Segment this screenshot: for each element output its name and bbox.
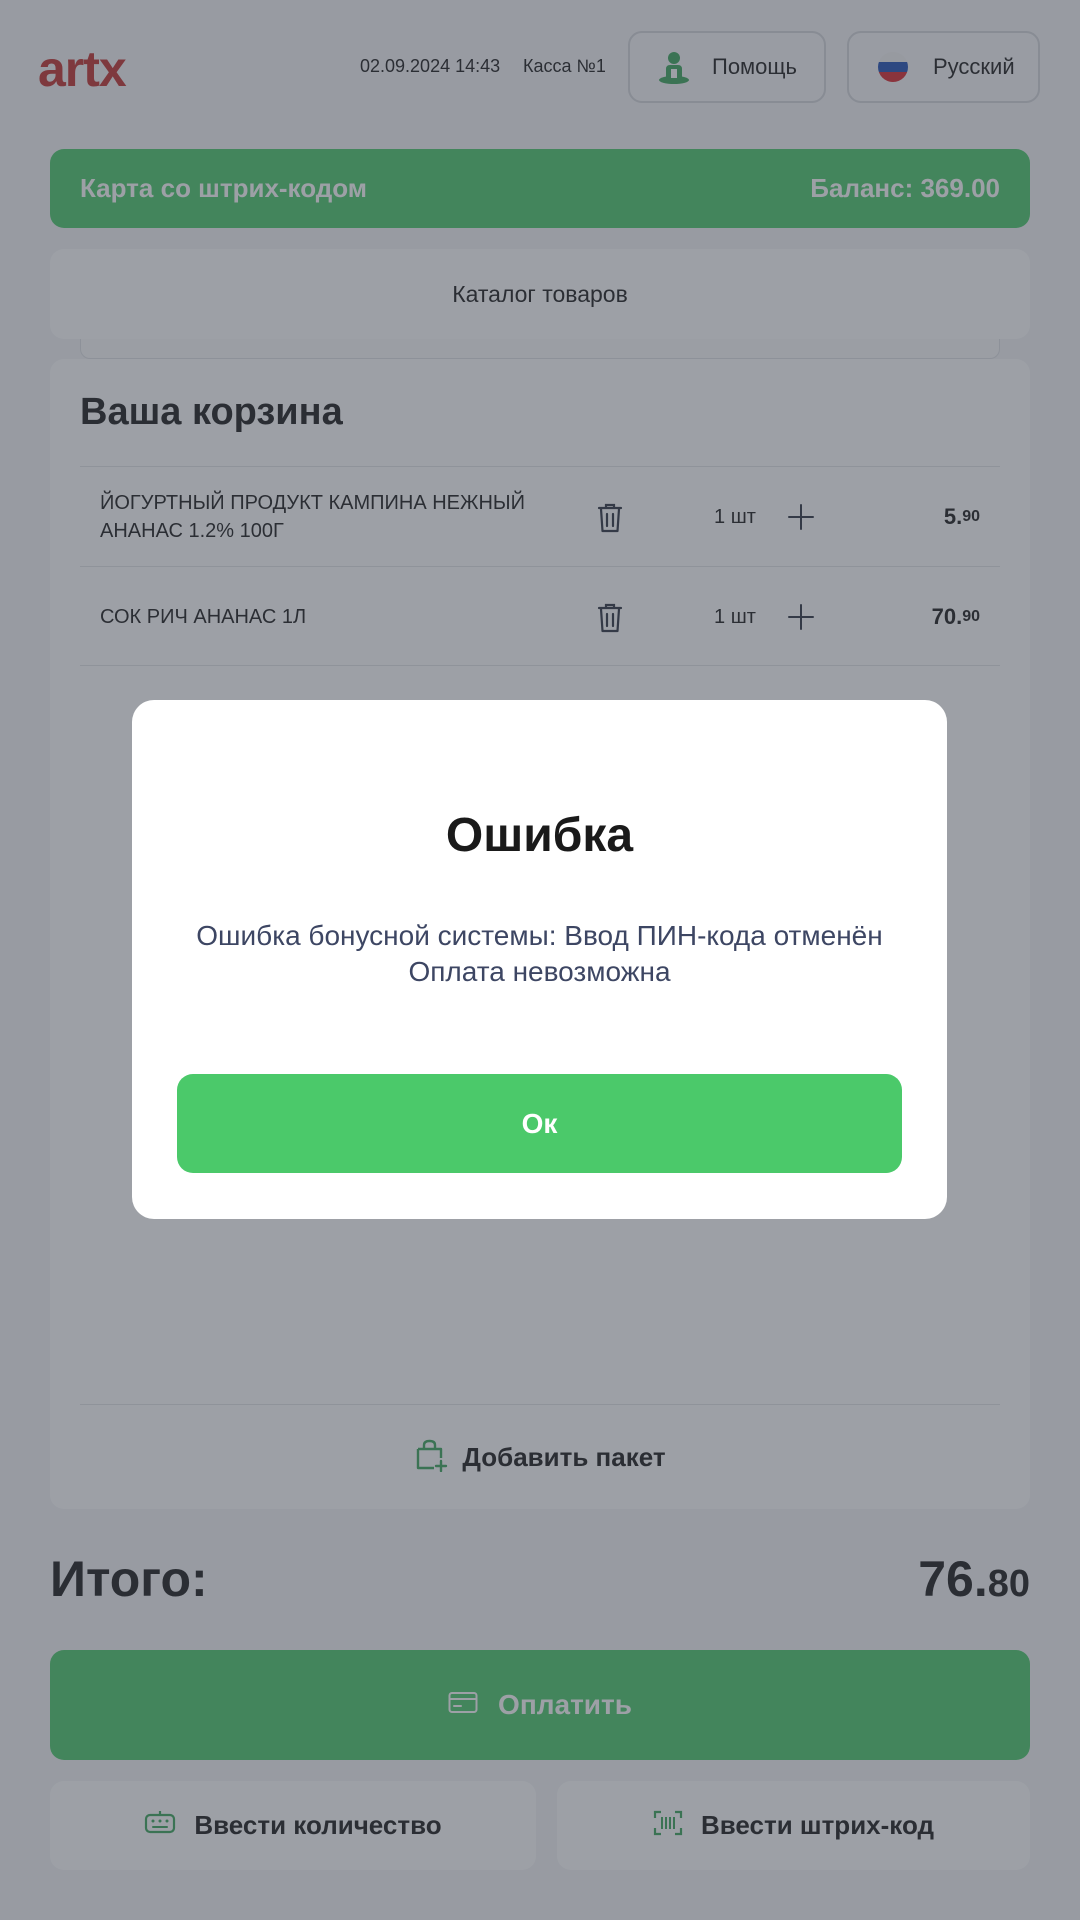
dialog-message-line: Оплата невозможна [408,956,671,987]
dialog-message: Ошибка бонусной системы: Ввод ПИН-кода о… [192,918,887,990]
ok-button[interactable]: Ок [177,1074,902,1173]
error-dialog: Ошибка Ошибка бонусной системы: Ввод ПИН… [132,700,947,1219]
dialog-title: Ошибка [445,809,634,862]
dialog-message-line: Ошибка бонусной системы: Ввод ПИН-кода о… [196,920,883,951]
